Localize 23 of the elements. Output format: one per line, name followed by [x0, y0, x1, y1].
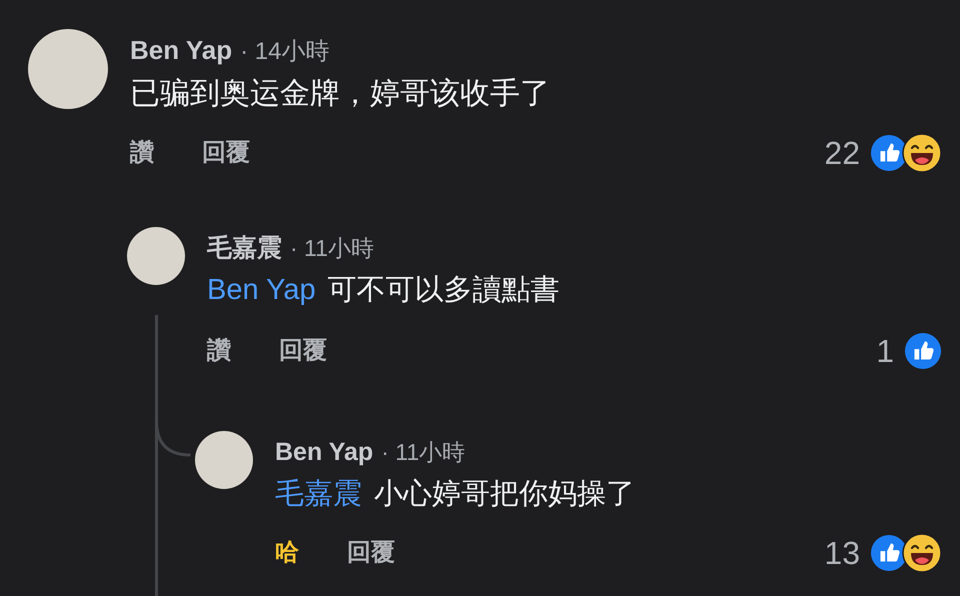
- mention-link[interactable]: Ben Yap: [207, 269, 316, 311]
- reaction-count[interactable]: 1: [876, 327, 894, 375]
- like-button[interactable]: 讚: [207, 333, 231, 369]
- comment-text: 可不可以多讀點書: [328, 273, 560, 308]
- comment-time[interactable]: · 14小時: [240, 35, 330, 69]
- mention-link[interactable]: 毛嘉震: [275, 473, 362, 515]
- comment-text: 小心婷哥把你妈操了: [374, 477, 635, 512]
- reaction-count[interactable]: 13: [824, 529, 860, 577]
- laughing-emoji-icon: [902, 533, 942, 573]
- like-button[interactable]: 哈: [275, 535, 299, 571]
- reply-button[interactable]: 回覆: [279, 333, 327, 369]
- reaction-count[interactable]: 22: [824, 129, 860, 177]
- author-name[interactable]: Ben Yap: [130, 33, 232, 67]
- comment-time[interactable]: · 11小時: [381, 435, 466, 469]
- reply-button[interactable]: 回覆: [347, 535, 395, 571]
- like-button[interactable]: 讚: [130, 135, 154, 171]
- laughing-emoji-icon: [902, 133, 942, 173]
- author-name[interactable]: 毛嘉震: [207, 231, 282, 265]
- comment-time[interactable]: · 11小時: [290, 231, 374, 265]
- comment-text: 已骗到奥运金牌，婷哥该收手了: [130, 76, 550, 112]
- reply-button[interactable]: 回覆: [202, 135, 250, 171]
- thumbs-up-icon: [904, 332, 942, 370]
- author-name[interactable]: Ben Yap: [275, 435, 374, 469]
